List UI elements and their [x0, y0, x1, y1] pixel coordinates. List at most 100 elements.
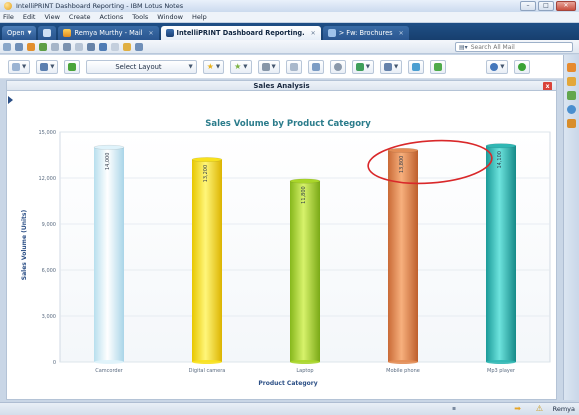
x-tick-label: Mp3 player	[487, 368, 516, 374]
feeds-icon[interactable]	[567, 119, 576, 128]
chart-icon	[355, 62, 364, 71]
toolbar-icon[interactable]	[27, 42, 35, 51]
copy-button[interactable]	[285, 59, 302, 74]
toolbar-icon[interactable]	[87, 42, 95, 51]
favorite-button[interactable]: ★ ▼	[202, 59, 225, 74]
dashboard-icon	[165, 29, 174, 37]
bar-value-label: 13,800	[399, 156, 405, 174]
tab-dashboard-label: IntelliPRINT Dashboard Reporting.	[176, 29, 305, 37]
filter-button[interactable]	[430, 59, 447, 74]
chevron-down-icon: ▼	[393, 63, 399, 70]
toolbar-icon[interactable]	[63, 42, 71, 51]
bar-base	[388, 360, 418, 364]
tab-brochures[interactable]: > Fw: Brochures ✕	[322, 26, 409, 40]
toolbar-icon[interactable]	[75, 42, 83, 51]
chart-button[interactable]: ▼	[351, 59, 374, 74]
toolbar-icon[interactable]	[39, 42, 47, 51]
tab-open[interactable]: Open ▼	[2, 26, 37, 40]
y-tick-label: 0	[53, 360, 56, 366]
panel-title: Sales Analysis	[253, 82, 310, 90]
sametime-icon[interactable]	[567, 105, 576, 114]
toolbar-icon[interactable]	[51, 42, 59, 51]
bar-value-label: 14,100	[497, 151, 503, 169]
new-doc-icon	[12, 62, 20, 71]
menu-help[interactable]: Help	[192, 13, 207, 21]
table-button[interactable]	[408, 59, 425, 74]
menu-tools[interactable]: Tools	[132, 13, 148, 21]
search-box[interactable]: ▤▾ ⌕	[455, 42, 573, 52]
bar-value-label: 11,800	[301, 186, 307, 204]
chevron-down-icon: ▼	[50, 63, 55, 70]
bar-value-label: 13,200	[203, 165, 209, 183]
warning-icon[interactable]: ⚠	[536, 404, 543, 413]
main-toolbar: ▤▾ ⌕	[0, 40, 579, 54]
y-tick-label: 6,000	[42, 268, 56, 274]
toolbar-icon[interactable]	[99, 42, 107, 51]
menu-window[interactable]: Window	[157, 13, 183, 21]
toolbar-icon[interactable]	[135, 42, 143, 51]
close-window-button[interactable]: ✕	[556, 1, 576, 11]
refresh-icon	[518, 62, 527, 71]
grid-icon	[383, 62, 392, 71]
go-button[interactable]	[64, 59, 81, 74]
lotus-notes-icon	[4, 2, 12, 10]
refresh-button[interactable]	[514, 59, 531, 74]
search-input[interactable]	[470, 43, 551, 51]
x-tick-label: Camcorder	[95, 368, 123, 374]
status-user: Remya	[552, 405, 575, 413]
bar-base	[290, 360, 320, 364]
tab-open-label: Open	[7, 29, 25, 37]
toolbar-icon[interactable]	[3, 42, 11, 51]
close-tab-icon[interactable]: ✕	[399, 30, 404, 37]
bar-cap	[93, 144, 125, 150]
menu-edit[interactable]: Edit	[23, 13, 36, 21]
bar-base	[94, 360, 124, 364]
bar-mp3-player[interactable]: 14,100	[485, 143, 517, 364]
minimize-button[interactable]: –	[520, 1, 536, 11]
grid-button[interactable]: ▼	[379, 59, 403, 74]
filter-icon	[434, 62, 443, 71]
close-tab-icon[interactable]: ✕	[149, 30, 154, 37]
tab-dashboard[interactable]: IntelliPRINT Dashboard Reporting. ✕	[160, 26, 321, 40]
star-icon: ★	[206, 62, 214, 71]
chart-title: Sales Volume by Product Category	[205, 119, 371, 129]
y-tick-label: 12,000	[39, 176, 57, 182]
replicate-arrow-icon[interactable]: ➡	[514, 404, 521, 413]
dashboard-toolbar: ▼ ▼ Select Layout ▼ ★ ▼ ★ ▼ ▼ ▼ ▼ ▼	[0, 55, 563, 79]
help-button[interactable]: ▼	[486, 59, 509, 74]
contacts-icon[interactable]	[567, 77, 576, 86]
bar-camcorder[interactable]: 14,000	[93, 144, 125, 364]
bar-digital-camera[interactable]: 13,200	[191, 157, 223, 364]
export-button[interactable]	[307, 59, 324, 74]
tab-mail[interactable]: Remya Murthy - Mail ✕	[58, 26, 159, 40]
menu-view[interactable]: View	[44, 13, 59, 21]
chevron-down-icon: ▼	[271, 63, 276, 70]
toolbar-icon[interactable]	[123, 42, 131, 51]
maximize-button[interactable]: □	[538, 1, 554, 11]
print-button[interactable]: ▼	[257, 59, 280, 74]
calendar-icon[interactable]	[567, 63, 576, 72]
close-tab-icon[interactable]: ✕	[311, 30, 316, 37]
toolbar-icon[interactable]	[111, 42, 119, 51]
menu-create[interactable]: Create	[69, 13, 91, 21]
go-icon	[68, 62, 77, 71]
menu-bar: File Edit View Create Actions Tools Wind…	[0, 12, 579, 23]
gear-icon	[333, 62, 342, 71]
todo-icon[interactable]	[567, 91, 576, 100]
search-scope-icon[interactable]: ▤▾	[459, 44, 468, 51]
new-button[interactable]: ▼	[8, 59, 31, 74]
bar-laptop[interactable]: 11,800	[289, 178, 321, 364]
menu-file[interactable]: File	[3, 13, 14, 21]
add-favorite-button[interactable]: ★ ▼	[230, 59, 252, 74]
chevron-down-icon: ▼	[27, 30, 32, 36]
window-controls: – □ ✕	[520, 1, 576, 11]
save-button[interactable]: ▼	[36, 59, 59, 74]
chevron-down-icon: ▼	[365, 63, 370, 70]
table-icon	[412, 62, 421, 71]
settings-button[interactable]	[329, 59, 346, 74]
y-tick-label: 9,000	[42, 222, 56, 228]
tab-home[interactable]	[38, 26, 57, 40]
toolbar-icon[interactable]	[15, 42, 23, 51]
select-layout-dropdown[interactable]: Select Layout ▼	[86, 59, 197, 74]
menu-actions[interactable]: Actions	[100, 13, 124, 21]
